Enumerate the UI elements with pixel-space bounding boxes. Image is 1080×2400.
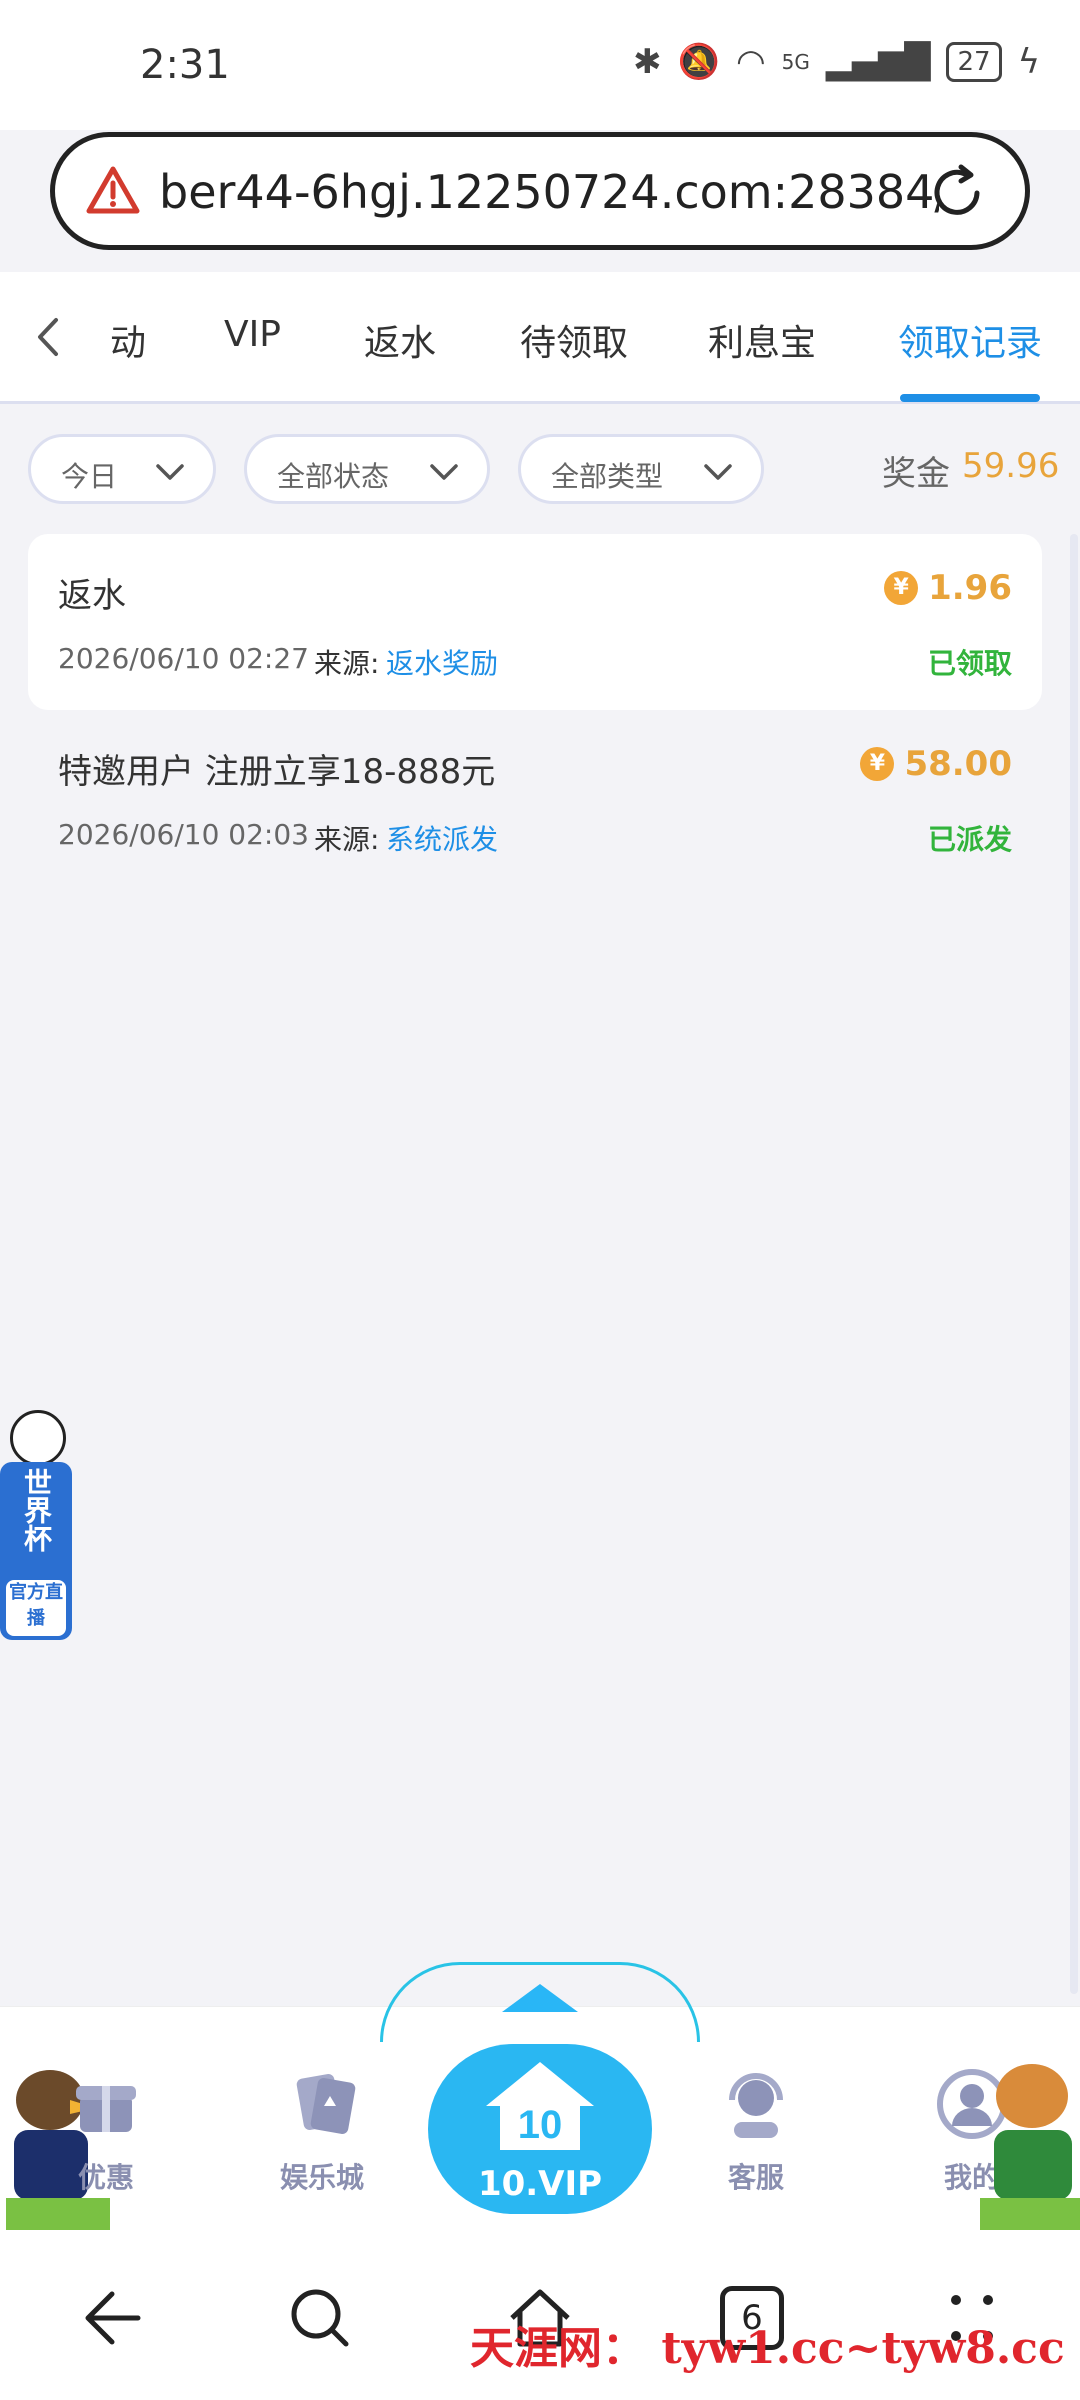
- type-filter-label: 全部类型: [551, 460, 664, 493]
- nav-discount-label: 优惠: [77, 2161, 134, 2194]
- coin-icon: ¥: [860, 747, 895, 781]
- world-cup-subtitle[interactable]: 官方直播: [6, 1580, 66, 1636]
- system-nav: 6 天涯网： tyw1.cc~tyw8.cc: [0, 2232, 1080, 2400]
- scrollbar[interactable]: [1070, 534, 1078, 1994]
- bluetooth-icon: ✱: [633, 42, 662, 82]
- record-item[interactable]: 返水 ¥ 1.96 2026/06/10 02:27 来源: 返水奖励 已领取: [28, 534, 1042, 710]
- record-date: 2026/06/10 02:03: [58, 818, 309, 851]
- tab-interest[interactable]: 利息宝: [708, 314, 816, 366]
- tab-activity[interactable]: 动: [110, 314, 146, 366]
- status-time: 2:31: [140, 42, 230, 88]
- nav-vip-label: 10.VIP: [477, 2164, 603, 2204]
- tab-rebate[interactable]: 返水: [364, 314, 436, 366]
- watermark: 天涯网： tyw1.cc~tyw8.cc: [470, 2323, 1065, 2374]
- charging-icon: ϟ: [1017, 42, 1040, 82]
- cards-icon: [296, 2074, 356, 2134]
- signal-icon: ▂▄▆█: [825, 42, 931, 82]
- arrow-up-icon[interactable]: [502, 1984, 578, 2012]
- record-date: 2026/06/10 02:27: [58, 642, 309, 675]
- chevron-down-icon: [430, 464, 458, 480]
- gift-icon: [76, 2086, 136, 2132]
- date-filter[interactable]: 今日: [28, 434, 216, 504]
- nav-discount[interactable]: 优惠: [36, 2068, 176, 2196]
- record-amount: ¥ 1.96: [884, 568, 1012, 608]
- status-filter-label: 全部状态: [277, 460, 390, 493]
- chevron-down-icon: [156, 464, 184, 480]
- record-amount: ¥ 58.00: [860, 744, 1012, 784]
- wifi-icon: ◠: [735, 42, 766, 82]
- chevron-left-icon[interactable]: [24, 312, 74, 362]
- record-source-label: 来源:: [314, 647, 380, 680]
- vip-level-text: 10: [518, 2103, 563, 2147]
- nav-service-label: 客服: [727, 2161, 784, 2194]
- status-filter[interactable]: 全部状态: [244, 434, 490, 504]
- chevron-down-icon: [704, 464, 732, 480]
- url-bar[interactable]: ber44-6hgj.12250724.com:28384/: [50, 132, 1030, 250]
- bonus-value: 59.96: [962, 446, 1060, 486]
- status-icons: ✱ 🔕 ◠ 5G ▂▄▆█ 27 ϟ: [633, 42, 1040, 82]
- nav-casino-label: 娱乐城: [279, 2161, 364, 2194]
- bonus-label: 奖金: [882, 454, 950, 494]
- record-source: 返水奖励: [386, 647, 499, 680]
- tab-claim-records[interactable]: 领取记录: [898, 314, 1042, 366]
- warning-icon: [86, 166, 140, 214]
- search-icon[interactable]: [280, 2278, 360, 2358]
- date-filter-label: 今日: [61, 460, 118, 493]
- record-title: 特邀用户 注册立享18-888元: [58, 752, 496, 792]
- home-icon: 10: [486, 2062, 594, 2150]
- record-source-label: 来源:: [314, 823, 380, 856]
- tab-vip[interactable]: VIP: [224, 314, 281, 355]
- mute-icon: 🔕: [677, 42, 720, 82]
- record-source: 系统派发: [386, 823, 499, 856]
- reload-icon[interactable]: [925, 161, 989, 225]
- nav-vip[interactable]: 10 10.VIP: [428, 2044, 652, 2214]
- url-text[interactable]: ber44-6hgj.12250724.com:28384/: [159, 165, 939, 219]
- coin-icon: ¥: [884, 571, 919, 605]
- record-amount-value: 1.96: [928, 568, 1012, 608]
- nav-casino[interactable]: 娱乐城: [252, 2068, 392, 2196]
- record-item[interactable]: 特邀用户 注册立享18-888元 ¥ 58.00 2026/06/10 02:0…: [28, 710, 1042, 886]
- category-tabs: 动 VIP 返水 待领取 利息宝 领取记录: [0, 272, 1080, 404]
- back-icon[interactable]: [68, 2278, 148, 2358]
- filter-bar: 今日 全部状态 全部类型 奖金 59.96: [0, 404, 1080, 534]
- record-status: 已领取: [927, 647, 1012, 680]
- nav-service[interactable]: 客服: [686, 2068, 826, 2196]
- type-filter[interactable]: 全部类型: [518, 434, 764, 504]
- network-label: 5G: [781, 50, 810, 74]
- record-title: 返水: [58, 576, 126, 616]
- active-tab-indicator: [900, 394, 1040, 402]
- record-status: 已派发: [927, 823, 1012, 856]
- status-bar: 2:31 ✱ 🔕 ◠ 5G ▂▄▆█ 27 ϟ: [0, 0, 1080, 130]
- tiger-mascot-icon: [980, 2064, 1080, 2230]
- tab-pending[interactable]: 待领取: [520, 314, 628, 366]
- headset-icon: [729, 2073, 783, 2138]
- record-amount-value: 58.00: [904, 744, 1012, 784]
- battery-icon: 27: [946, 42, 1002, 82]
- soccer-ball-icon: [10, 1410, 66, 1466]
